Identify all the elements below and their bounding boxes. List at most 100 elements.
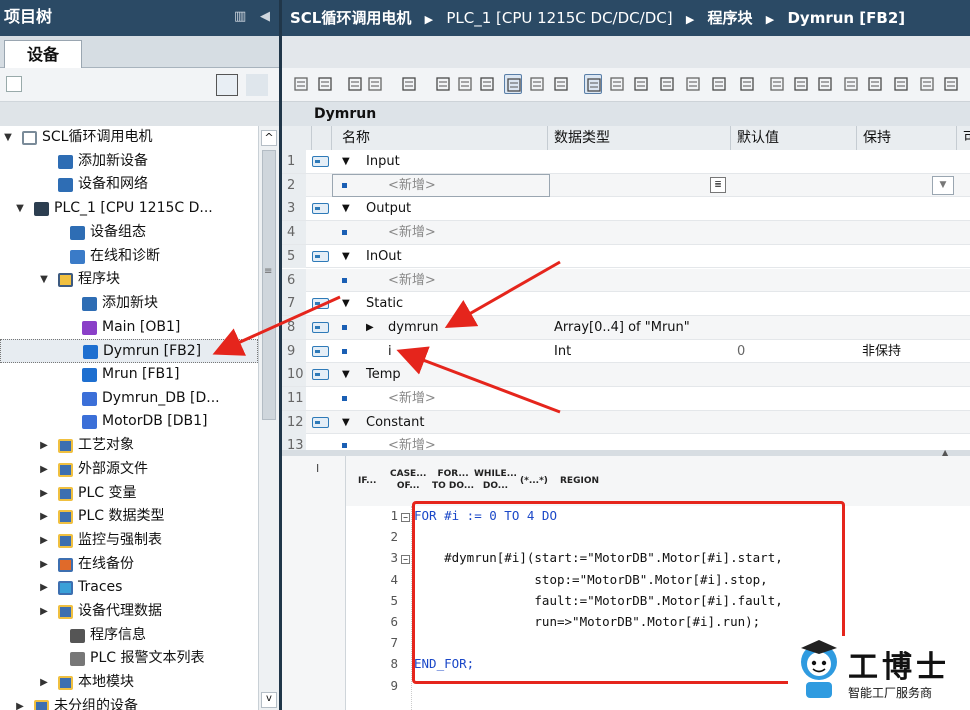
expand-down-icon[interactable]: ▼ (2, 126, 14, 149)
scroll-down-icon[interactable]: v (261, 692, 277, 708)
param-name[interactable]: Constant (366, 411, 424, 434)
toolbar-tool-icon[interactable] (710, 74, 728, 94)
param-name[interactable]: Output (366, 197, 411, 220)
param-name[interactable]: Temp (366, 363, 401, 386)
snippet-button[interactable]: WHILE... DO... (474, 468, 517, 492)
interface-row[interactable]: 6 <新增> (282, 268, 970, 293)
section-collapse-icon[interactable]: ▼ (342, 197, 350, 220)
header-datatype[interactable]: 数据类型 (548, 126, 731, 150)
tree-item[interactable]: ▶ 外部源文件 (0, 458, 258, 482)
tree-item[interactable]: ▶ 监控与强制表 (0, 529, 258, 553)
section-collapse-icon[interactable]: ▼ (342, 363, 350, 386)
tree-item[interactable]: ▶ 设备代理数据 (0, 600, 258, 624)
expand-right-icon[interactable]: ▶ (38, 576, 50, 599)
param-default[interactable]: 0 (737, 340, 745, 363)
tree-item[interactable]: 添加新设备 (0, 150, 258, 174)
tree-item[interactable]: ▶ 在线备份 (0, 553, 258, 577)
section-collapse-icon[interactable]: ▼ (342, 411, 350, 434)
fold-icon[interactable]: − (401, 555, 410, 564)
param-datatype[interactable]: Array[0..4] of "Mrun" (554, 316, 690, 339)
tree-item[interactable]: 设备组态 (0, 221, 258, 245)
interface-row[interactable]: 7 ▼ Static (282, 292, 970, 316)
breadcrumb-item[interactable]: PLC_1 [CPU 1215C DC/DC/DC] (446, 9, 672, 27)
interface-row[interactable]: 12 ▼ Constant (282, 410, 970, 435)
toolbar-tool-icon[interactable] (918, 74, 936, 94)
expand-right-icon[interactable]: ▶ (38, 505, 50, 528)
breadcrumb-item[interactable]: 程序块 (708, 9, 753, 27)
section-collapse-icon[interactable]: ▼ (342, 150, 350, 173)
expand-down-icon[interactable]: ▼ (14, 197, 26, 220)
toolbar-tool-icon[interactable] (504, 74, 522, 94)
breadcrumb-item[interactable]: SCL循环调用电机 (290, 9, 411, 27)
toolbar-tool-icon[interactable] (866, 74, 884, 94)
header-default[interactable]: 默认值 (731, 126, 857, 150)
interface-row[interactable]: 2 <新增> ≣ ▼ (282, 173, 970, 198)
snippet-button[interactable]: FOR... TO DO... (432, 468, 474, 492)
snippet-button[interactable]: CASE... OF... (390, 468, 426, 492)
expand-right-icon[interactable]: ▶ (38, 458, 50, 481)
param-retain[interactable]: 非保持 (862, 340, 901, 363)
interface-row[interactable]: 1 ▼ Input (282, 150, 970, 174)
interface-row[interactable]: 3 ▼ Output (282, 197, 970, 222)
tree-item[interactable]: Mrun [FB1] (0, 363, 258, 387)
param-name[interactable]: dymrun (388, 316, 438, 339)
expand-right-icon[interactable]: ▶ (38, 482, 50, 505)
pin-icon[interactable]: ▥ (234, 0, 246, 34)
toolbar-tool-icon[interactable] (528, 74, 546, 94)
breadcrumb-item[interactable]: Dymrun [FB2] (787, 9, 905, 27)
tree-item[interactable]: 设备和网络 (0, 173, 258, 197)
param-datatype[interactable]: Int (554, 340, 571, 363)
toolbar-tool-icon[interactable] (816, 74, 834, 94)
expand-down-icon[interactable]: ▼ (38, 268, 50, 291)
tree-item[interactable]: ▼ PLC_1 [CPU 1215C D... (0, 197, 258, 221)
interface-row[interactable]: 9 i Int 0 非保持 (282, 339, 970, 364)
header-retain[interactable]: 保持 (857, 126, 957, 150)
tree-item[interactable]: ▶ 本地模块 (0, 671, 258, 695)
tree-item[interactable]: PLC 报警文本列表 (0, 647, 258, 671)
expand-right-icon[interactable]: ▶ (14, 695, 26, 710)
toolbar-tool-icon[interactable] (684, 74, 702, 94)
header-name[interactable]: 名称 (332, 126, 548, 150)
toolbar-tool-icon[interactable] (552, 74, 570, 94)
toolbar-tool-icon[interactable] (478, 74, 496, 94)
snippet-button[interactable]: IF... (358, 475, 376, 487)
toolbar-tool-icon[interactable] (346, 74, 364, 94)
param-name[interactable]: i (388, 340, 392, 363)
tree-item[interactable]: Dymrun_DB [D... (0, 387, 258, 411)
section-collapse-icon[interactable]: ▼ (342, 292, 350, 315)
toolbar-tool-icon[interactable] (584, 74, 602, 94)
toolbar-tool-icon[interactable] (738, 74, 756, 94)
tree-item[interactable]: ▶ 未分组的设备 (0, 695, 258, 710)
toolbar-tool-icon[interactable] (658, 74, 676, 94)
tree-item[interactable]: 在线和诊断 (0, 245, 258, 269)
header-accessible[interactable]: 可 (957, 126, 970, 150)
param-name[interactable]: InOut (366, 245, 402, 268)
toolbar-tool-icon[interactable] (842, 74, 860, 94)
tree-item[interactable]: ▼ 程序块 (0, 268, 258, 292)
tree-item[interactable]: ▶ 工艺对象 (0, 434, 258, 458)
retain-dropdown-icon[interactable]: ▼ (932, 175, 954, 195)
toolbar-tool-icon[interactable] (792, 74, 810, 94)
section-collapse-icon[interactable]: ▼ (342, 245, 350, 268)
tree-item[interactable]: ▶ PLC 变量 (0, 482, 258, 506)
interface-row[interactable]: 11 <新增> (282, 387, 970, 411)
toolbar-tool-icon[interactable] (632, 74, 650, 94)
interface-row[interactable]: 5 ▼ InOut (282, 244, 970, 269)
toolbar-tool-icon[interactable] (942, 74, 960, 94)
param-name[interactable]: <新增> (388, 221, 436, 244)
expand-right-icon[interactable]: ▶ (38, 671, 50, 694)
snippet-button[interactable]: (*...*) (520, 475, 548, 487)
interface-row[interactable]: 10 ▼ Temp (282, 363, 970, 387)
fold-icon[interactable]: − (401, 513, 410, 522)
interface-row[interactable]: 4 <新增> (282, 221, 970, 245)
tree-item[interactable]: MotorDB [DB1] (0, 410, 258, 434)
param-name[interactable]: <新增> (388, 269, 436, 292)
expand-right-icon[interactable]: ▶ (38, 434, 50, 457)
toolbar-tool-icon[interactable] (316, 74, 334, 94)
tree-item[interactable]: 添加新块 (0, 292, 258, 316)
interface-row[interactable]: 8 ▶ dymrun Array[0..4] of "Mrun" (282, 315, 970, 340)
toolbar-tool-icon[interactable] (434, 74, 452, 94)
expand-right-icon[interactable]: ▶ (38, 529, 50, 552)
expand-right-icon[interactable]: ▶ (38, 600, 50, 623)
toolbar-tool-icon[interactable] (768, 74, 786, 94)
